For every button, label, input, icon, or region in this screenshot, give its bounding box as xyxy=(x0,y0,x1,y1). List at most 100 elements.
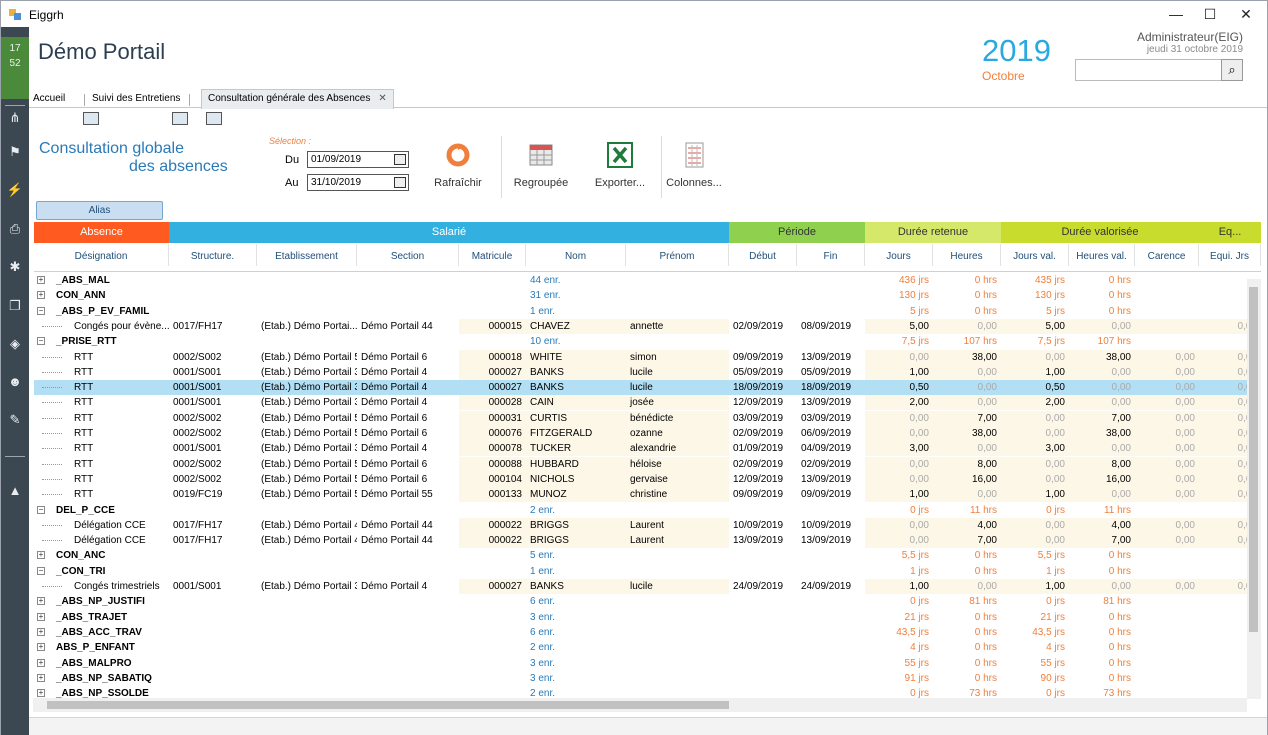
cell-mat: 000104 xyxy=(459,471,526,487)
table-row[interactable]: RTT 0002/S002 (Etab.) Démo Portail 5 Démo P… xyxy=(34,349,1261,365)
du-date-field[interactable]: 01/09/2019 xyxy=(307,151,409,168)
maximize-button[interactable]: ☐ xyxy=(1193,3,1227,25)
table-row[interactable]: Congés trimestriels 0001/S001 (Etab.) Démo… xyxy=(34,579,1261,594)
group-row[interactable]: − _CON_TRI 1 enr. 1 jrs 0 hrs 1 jrs 0 hrs xyxy=(34,564,1261,579)
graduation-icon[interactable]: ▲ xyxy=(6,482,24,500)
monitor-icon[interactable] xyxy=(83,112,99,125)
column-header[interactable]: Fin xyxy=(797,244,865,266)
total-jval: 130 jrs xyxy=(1034,290,1065,302)
expand-toggle-icon[interactable]: + xyxy=(37,291,45,300)
column-header[interactable]: Désignation xyxy=(34,244,169,266)
close-tab-icon[interactable]: ✕ xyxy=(378,93,386,104)
expand-toggle-icon[interactable]: + xyxy=(37,627,45,636)
expand-toggle-icon[interactable]: − xyxy=(37,306,45,315)
table-row[interactable]: RTT 0001/S001 (Etab.) Démo Portail 3 Démo P… xyxy=(34,364,1261,380)
cell-fin: 05/09/2019 xyxy=(797,364,865,380)
calculator-icon[interactable] xyxy=(172,112,188,125)
cell-etab: (Etab.) Démo Portai... xyxy=(261,320,357,332)
column-header[interactable]: Section xyxy=(357,244,459,266)
column-header[interactable]: Nom xyxy=(526,244,626,266)
expand-toggle-icon[interactable]: + xyxy=(37,673,45,682)
expand-toggle-icon[interactable]: + xyxy=(37,658,45,667)
expand-toggle-icon[interactable]: − xyxy=(37,566,45,575)
column-header[interactable]: Matricule xyxy=(459,244,526,266)
close-button[interactable]: ✕ xyxy=(1229,3,1263,25)
expand-toggle-icon[interactable]: + xyxy=(37,689,45,698)
table-row[interactable]: RTT 0001/S001 (Etab.) Démo Portail 3 Démo P… xyxy=(34,380,1261,396)
table-row[interactable]: RTT 0002/S002 (Etab.) Démo Portail 5 Démo P… xyxy=(34,471,1261,487)
column-header[interactable]: Structure. xyxy=(169,244,257,266)
alias-button[interactable]: Alias xyxy=(36,201,163,220)
au-date-field[interactable]: 31/10/2019 xyxy=(307,174,409,191)
column-header[interactable]: Etablissement xyxy=(257,244,357,266)
table-row[interactable]: RTT 0002/S002 (Etab.) Démo Portail 5 Démo P… xyxy=(34,410,1261,426)
column-header[interactable]: Jours val. xyxy=(1001,244,1069,266)
group-row[interactable]: + _ABS_NP_SABATIQ 3 enr. 91 jrs 0 hrs 90 jrs 0… xyxy=(34,671,1261,686)
tools-icon[interactable]: ✱ xyxy=(6,258,24,276)
column-header[interactable]: Carence xyxy=(1135,244,1199,266)
table-row[interactable]: RTT 0001/S001 (Etab.) Démo Portail 3 Démo P… xyxy=(34,395,1261,411)
group-row[interactable]: − DEL_P_CCE 2 enr. 0 jrs 11 hrs 0 jrs 11 hrs xyxy=(34,503,1261,518)
expand-toggle-icon[interactable]: + xyxy=(37,551,45,560)
group-row[interactable]: − _PRISE_RTT 10 enr. 7,5 jrs 107 hrs 7,5 jrs 1… xyxy=(34,334,1261,349)
cell-carence: 0,00 xyxy=(1135,517,1199,533)
expand-toggle-icon[interactable]: + xyxy=(37,612,45,621)
group-row[interactable]: + CON_ANC 5 enr. 5,5 jrs 0 hrs 5,5 jrs 0 hrs xyxy=(34,548,1261,563)
horizontal-scrollbar[interactable] xyxy=(33,698,1247,712)
documents-icon[interactable]: ❐ xyxy=(6,297,24,315)
group-button[interactable]: Regroupée xyxy=(511,142,571,189)
window-icon[interactable] xyxy=(206,112,222,125)
lightning-icon[interactable]: ⚡ xyxy=(6,181,24,199)
expand-toggle-icon[interactable]: − xyxy=(37,505,45,514)
table-row[interactable]: RTT 0002/S002 (Etab.) Démo Portail 5 Démo P… xyxy=(34,456,1261,472)
group-row[interactable]: − _ABS_P_EV_FAMIL 1 enr. 5 jrs 0 hrs 5 jrs 0 h… xyxy=(34,304,1261,319)
users-icon[interactable]: ☻ xyxy=(6,373,24,391)
scroll-thumb[interactable] xyxy=(47,701,729,709)
edit-icon[interactable]: ✎ xyxy=(6,411,24,429)
cell-des: RTT xyxy=(74,397,94,409)
group-row[interactable]: + _ABS_MAL 44 enr. 436 jrs 0 hrs 435 jrs 0 hrs xyxy=(34,273,1261,288)
group-row[interactable]: + _ABS_ACC_TRAV 6 enr. 43,5 jrs 0 hrs 43,5 jr… xyxy=(34,625,1261,640)
column-header[interactable]: Début xyxy=(729,244,797,266)
tab-suivi-entretiens[interactable]: Suivi des Entretiens xyxy=(88,92,184,108)
expand-toggle-icon[interactable]: + xyxy=(37,643,45,652)
org-chart-icon[interactable]: ⋔ xyxy=(6,109,24,127)
layers-icon[interactable]: ◈ xyxy=(6,335,24,353)
column-header[interactable]: Jours xyxy=(865,244,933,266)
search-button[interactable]: ⌕ xyxy=(1221,59,1243,81)
printer-icon[interactable]: ⎙ xyxy=(6,220,24,238)
table-row[interactable]: RTT 0019/FC19 (Etab.) Démo Portail 5 Démo P… xyxy=(34,487,1261,503)
search-input[interactable] xyxy=(1075,59,1222,81)
group-row[interactable]: + CON_ANN 31 enr. 130 jrs 0 hrs 130 jrs 0 hrs xyxy=(34,288,1261,303)
table-row[interactable]: Délégation CCE 0017/FH17 (Etab.) Démo Port… xyxy=(34,533,1261,549)
columns-button[interactable]: Colonnes... xyxy=(665,142,723,189)
column-header[interactable]: Prénom xyxy=(626,244,729,266)
minimize-button[interactable]: — xyxy=(1159,3,1193,25)
group-row[interactable]: + _ABS_NP_JUSTIFI 6 enr. 0 jrs 81 hrs 0 jrs 81… xyxy=(34,594,1261,609)
cell-prenom: Laurent xyxy=(626,533,729,549)
calendar-icon[interactable] xyxy=(394,177,406,188)
column-header[interactable]: Equi. Jrs xyxy=(1199,244,1261,266)
presentation-icon[interactable]: ⚑ xyxy=(6,143,24,161)
expand-toggle-icon[interactable]: + xyxy=(37,597,45,606)
table-row[interactable]: Congés pour évène... 0017/FH17 (Etab.) Dém… xyxy=(34,318,1261,334)
table-row[interactable]: Délégation CCE 0017/FH17 (Etab.) Démo Port… xyxy=(34,517,1261,533)
column-header[interactable]: Heures val. xyxy=(1069,244,1135,266)
expand-toggle-icon[interactable]: + xyxy=(37,276,45,284)
tab-accueil[interactable]: Accueil xyxy=(29,92,69,108)
expand-toggle-icon[interactable]: − xyxy=(37,337,45,346)
group-row[interactable]: + _ABS_MALPRO 3 enr. 55 jrs 0 hrs 55 jrs 0 hrs xyxy=(34,656,1261,671)
table-row[interactable]: RTT 0001/S001 (Etab.) Démo Portail 3 Démo P… xyxy=(34,441,1261,457)
export-button[interactable]: Exporter... xyxy=(591,142,649,189)
scroll-thumb[interactable] xyxy=(1249,287,1258,632)
group-row[interactable]: + ABS_P_ENFANT 2 enr. 4 jrs 0 hrs 4 jrs 0 hrs xyxy=(34,640,1261,655)
calendar-icon[interactable] xyxy=(394,154,406,165)
tab-consultation-absences[interactable]: Consultation générale des Absences ✕ xyxy=(201,89,394,109)
table-row[interactable]: RTT 0002/S002 (Etab.) Démo Portail 5 Démo P… xyxy=(34,426,1261,441)
cell-mat: 000015 xyxy=(459,318,526,334)
group-row[interactable]: + _ABS_TRAJET 3 enr. 21 jrs 0 hrs 21 jrs 0 hrs xyxy=(34,610,1261,625)
cell-jval: 0,00 xyxy=(1001,349,1069,365)
refresh-button[interactable]: Rafraîchir xyxy=(431,142,485,189)
column-header[interactable]: Heures xyxy=(933,244,1001,266)
vertical-scrollbar[interactable] xyxy=(1247,279,1261,699)
